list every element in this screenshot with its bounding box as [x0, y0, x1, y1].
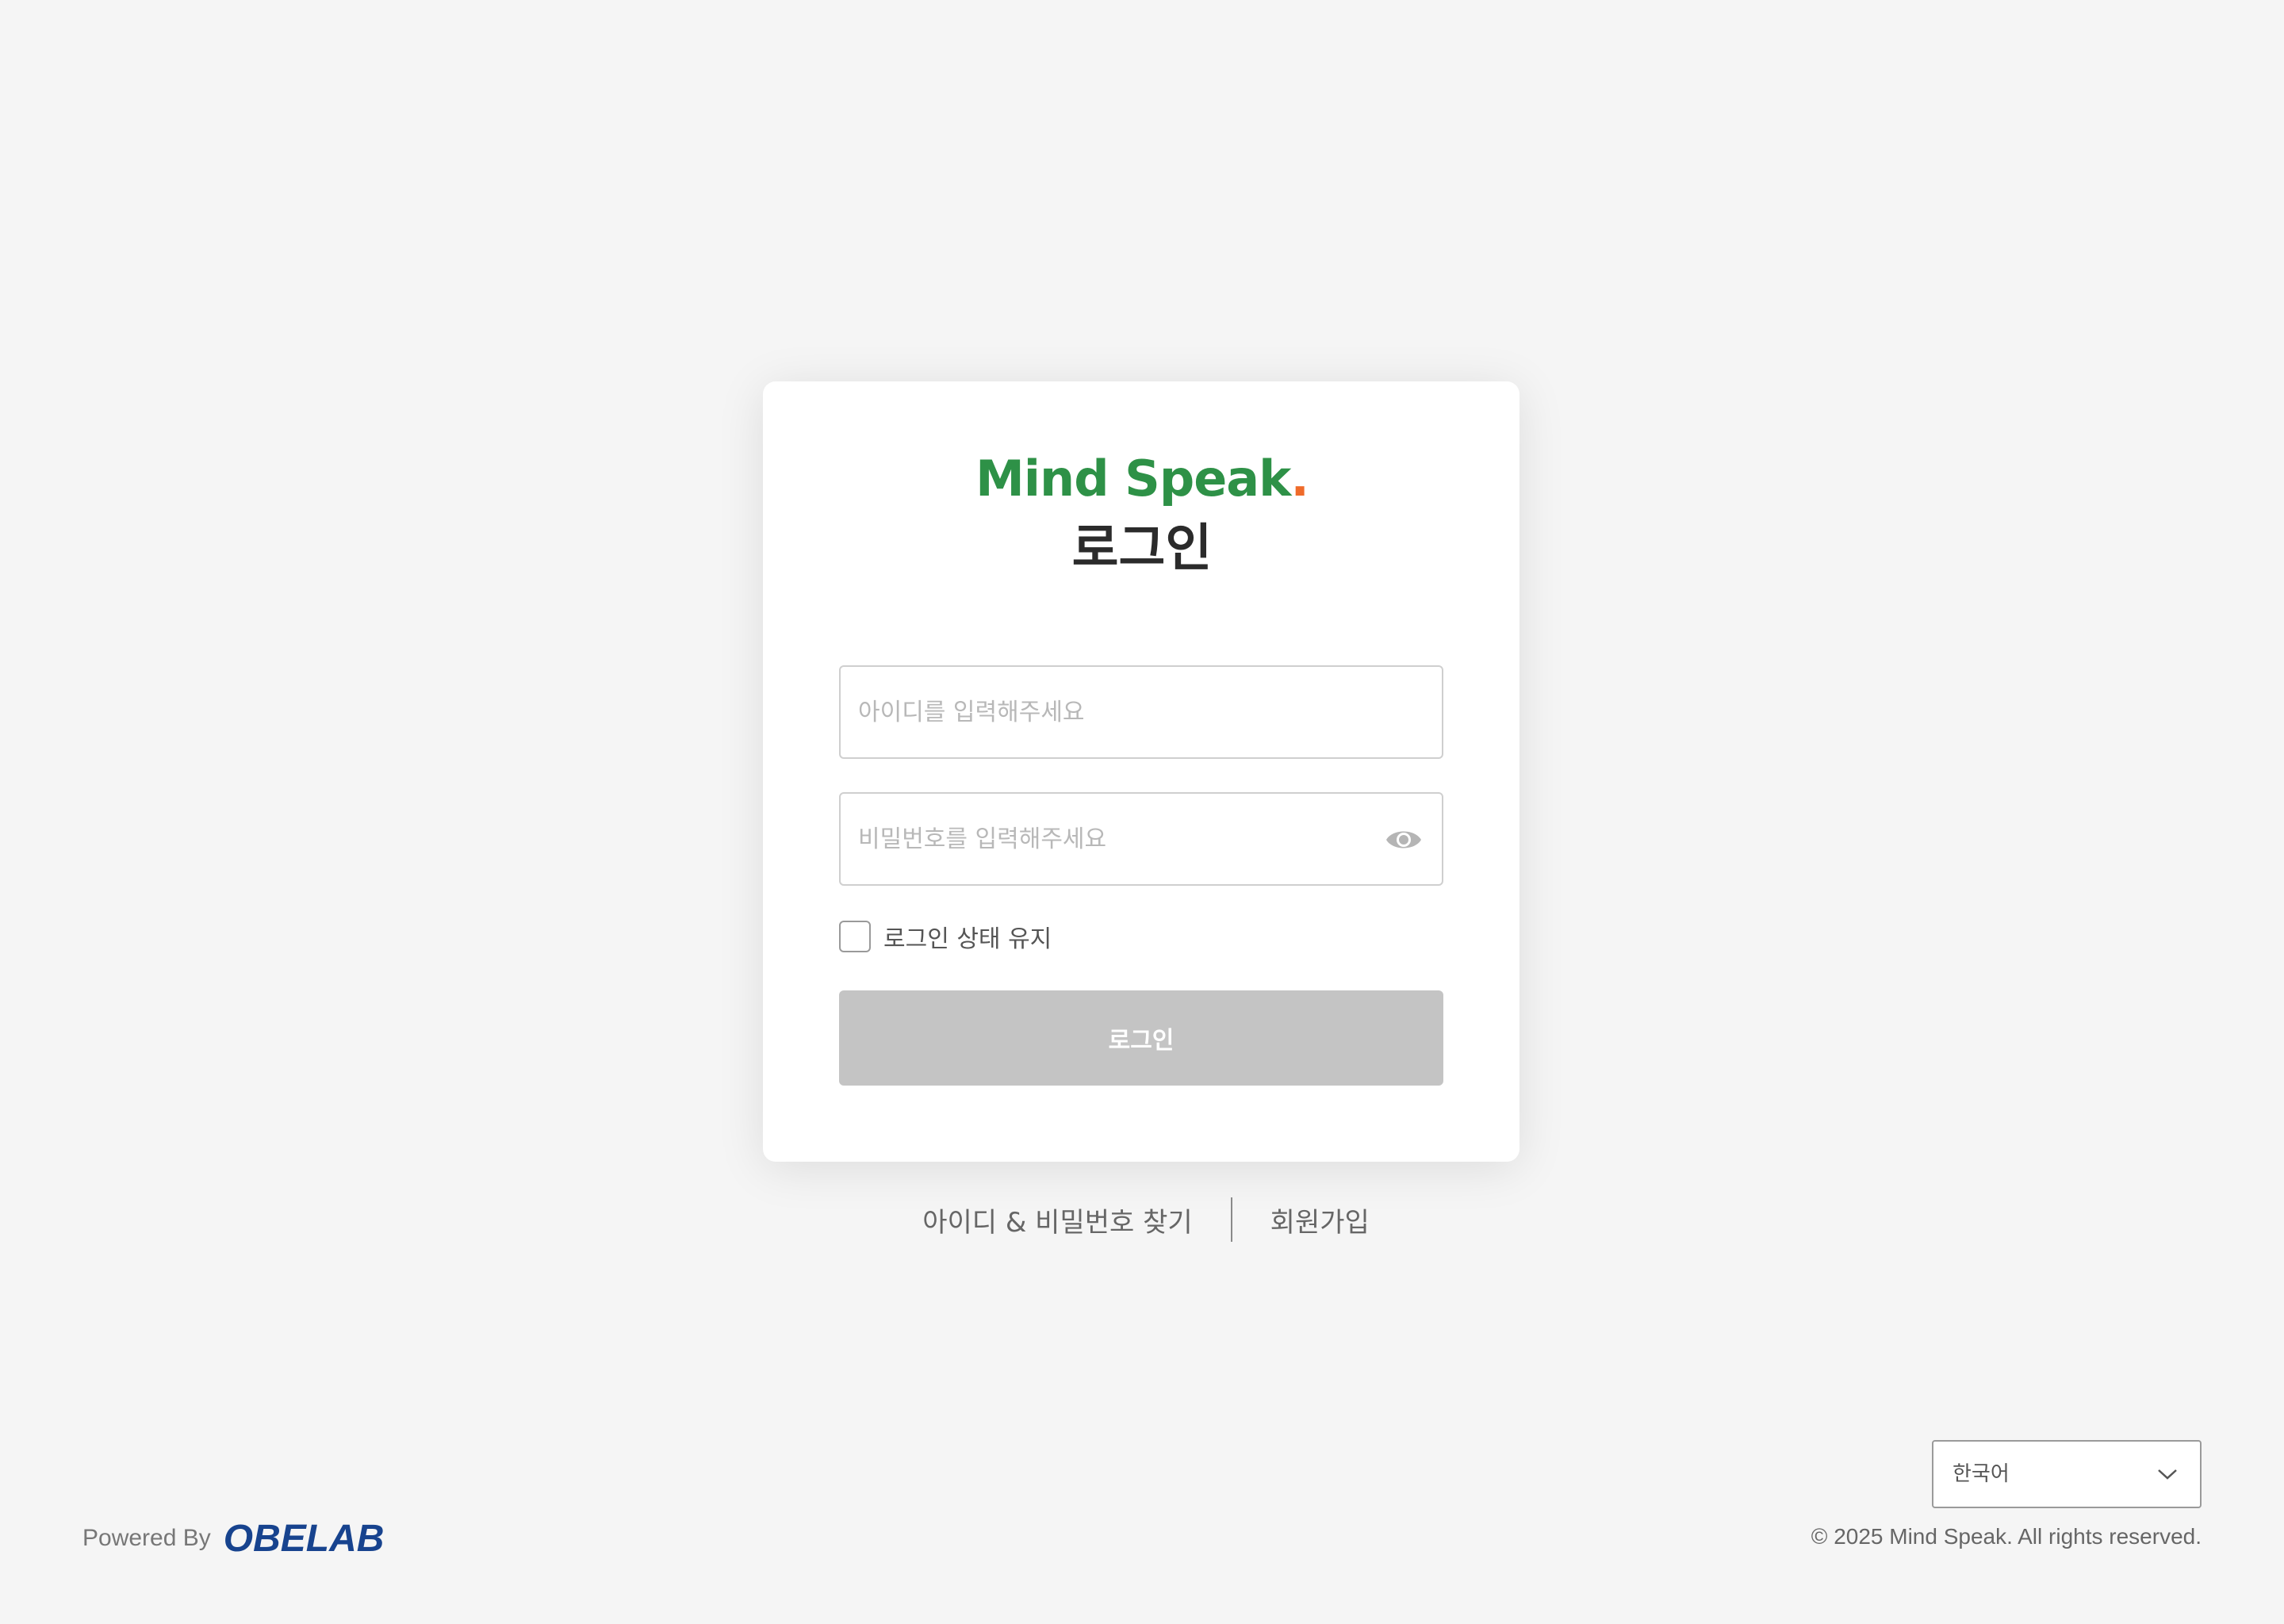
language-select[interactable]: 한국어 — [1932, 1440, 2202, 1508]
powered-by-label: Powered By — [82, 1525, 211, 1551]
find-account-link[interactable]: 아이디 & 비밀번호 찾기 — [922, 1201, 1192, 1239]
account-links: 아이디 & 비밀번호 찾기 회원가입 — [0, 1197, 2284, 1242]
password-field[interactable] — [839, 792, 1443, 886]
id-field[interactable] — [839, 665, 1443, 759]
id-input[interactable] — [858, 667, 1382, 757]
remember-checkbox[interactable] — [839, 921, 871, 952]
login-button[interactable]: 로그인 — [839, 990, 1443, 1086]
language-selected: 한국어 — [1953, 1462, 2010, 1486]
chevron-down-icon — [2158, 1469, 2177, 1480]
logo-text: Mind Speak — [975, 450, 1291, 508]
signup-link[interactable]: 회원가입 — [1270, 1201, 1370, 1239]
page-title: 로그인 — [1071, 519, 1213, 578]
copyright: © 2025 Mind Speak. All rights reserved. — [1811, 1524, 2202, 1549]
obelab-logo: OBELAB — [223, 1517, 385, 1560]
remember-label: 로그인 상태 유지 — [883, 925, 1052, 953]
logo-dot: . — [1290, 450, 1309, 508]
powered-by: Powered By OBELAB — [82, 1516, 384, 1561]
password-input[interactable] — [858, 794, 1382, 884]
mind-speak-logo: Mind Speak. — [0, 449, 2284, 509]
remember-login[interactable]: 로그인 상태 유지 — [839, 919, 1052, 954]
eye-icon[interactable] — [1385, 825, 1423, 854]
link-divider — [1230, 1197, 1232, 1242]
